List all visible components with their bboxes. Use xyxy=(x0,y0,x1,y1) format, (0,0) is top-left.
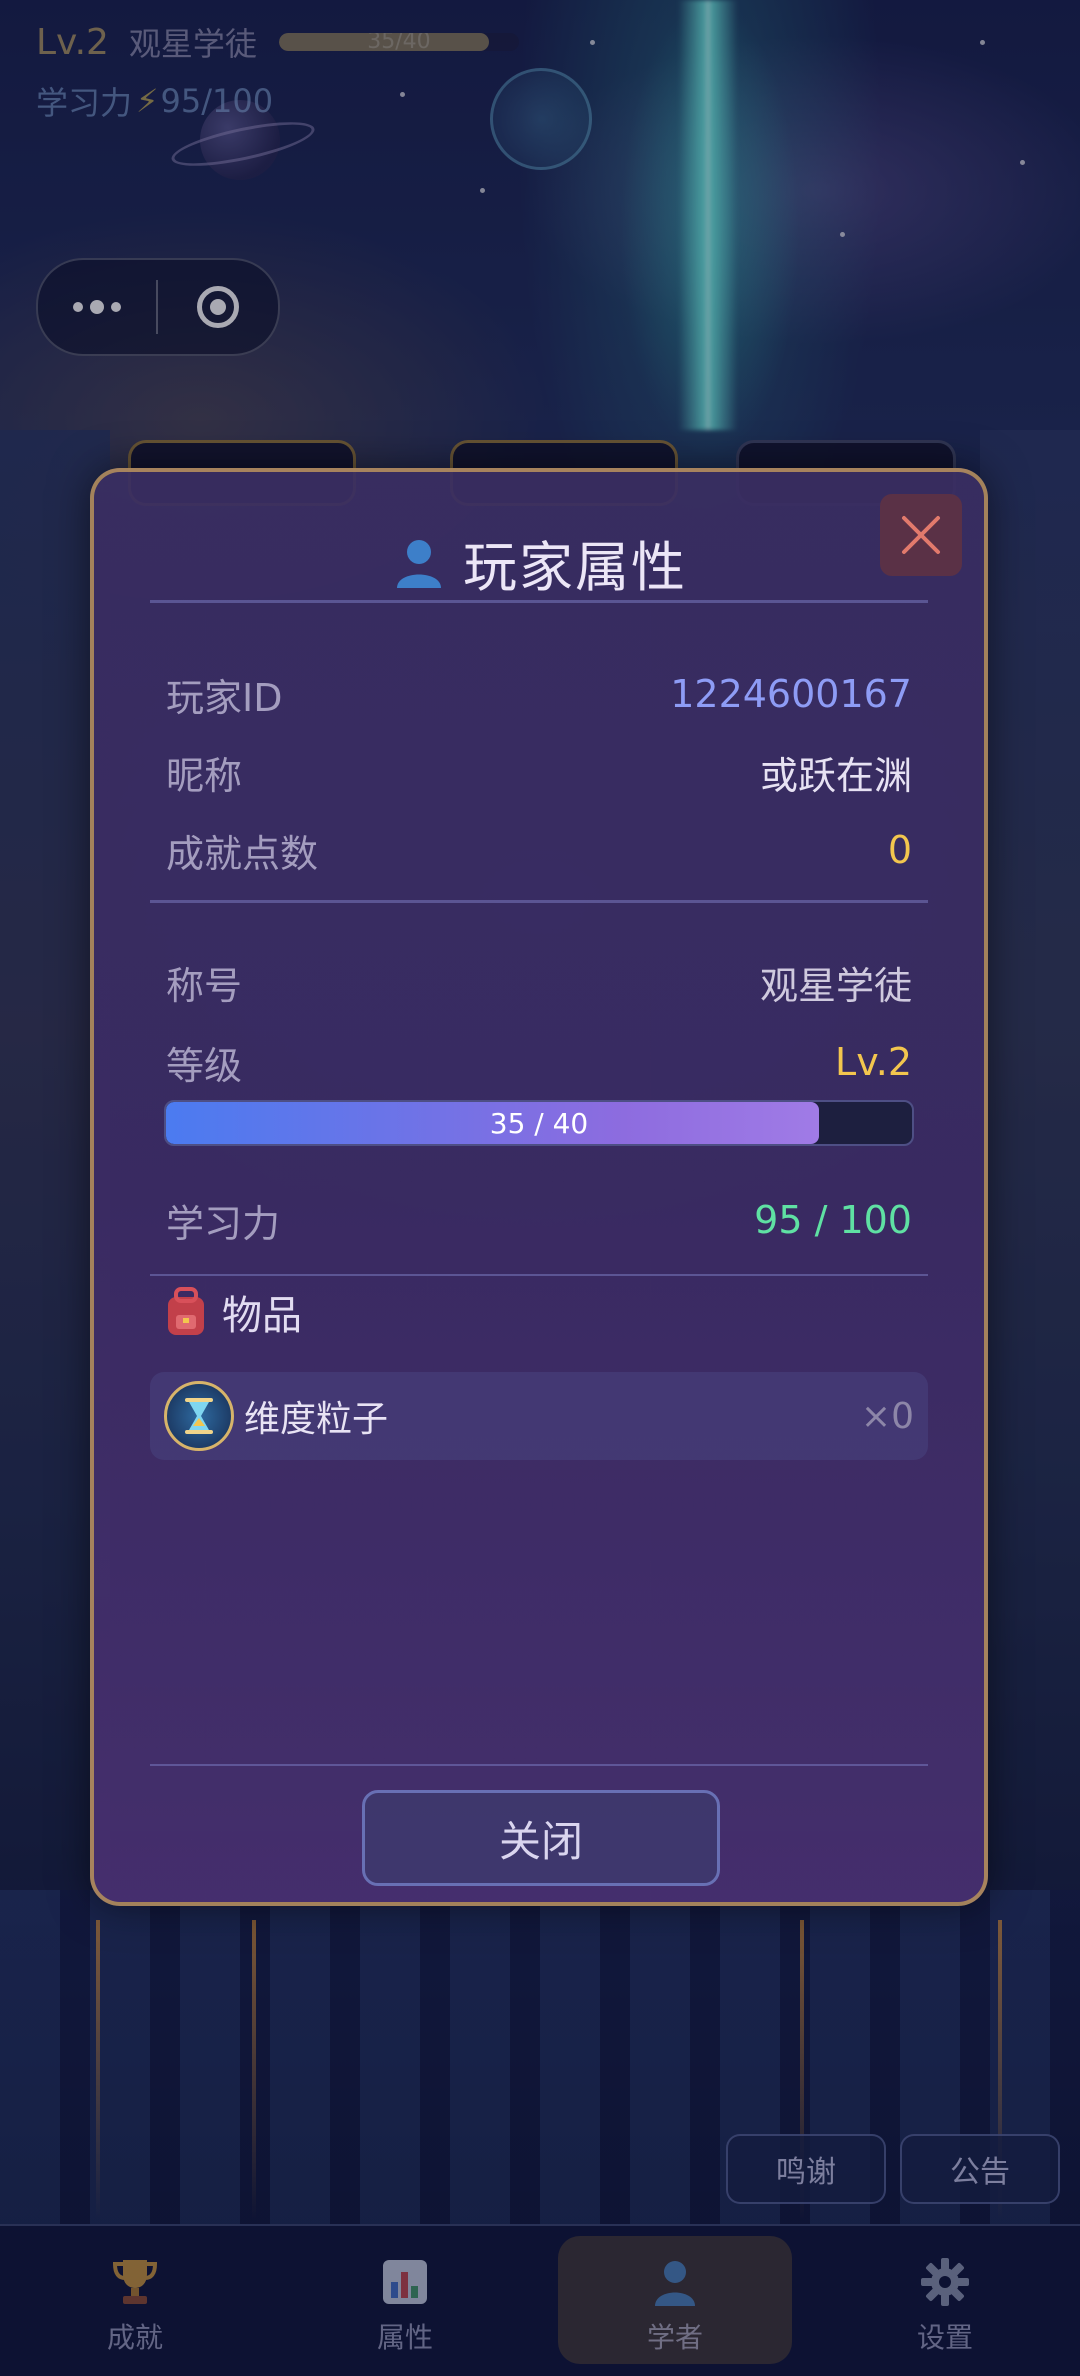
study-power-value: 95 / 100 xyxy=(754,1198,912,1242)
thanks-button[interactable]: 鸣谢 xyxy=(726,2134,886,2204)
achievement-points-label: 成就点数 xyxy=(166,831,319,876)
row-achievement-points: 成就点数 0 xyxy=(166,822,912,878)
xp-progress-bar: 35 / 40 xyxy=(164,1100,914,1146)
items-header: 物品 xyxy=(164,1282,302,1342)
level-value: Lv.2 xyxy=(835,1040,912,1084)
close-button[interactable]: 关闭 xyxy=(362,1790,720,1886)
study-power-label: 学习力 xyxy=(166,1201,281,1246)
tab-attributes[interactable]: 属性 xyxy=(270,2226,540,2376)
achievement-points-value: 0 xyxy=(887,828,912,872)
modal-title-text: 玩家属性 xyxy=(463,535,687,599)
player-id-label: 玩家ID xyxy=(166,675,283,720)
xp-progress-text: 35 / 40 xyxy=(489,1106,589,1140)
level-label: 等级 xyxy=(166,1043,243,1088)
bar-chart-icon xyxy=(383,2260,427,2304)
rank-title-label: 称号 xyxy=(166,963,243,1008)
gear-icon xyxy=(921,2258,969,2306)
row-study-power: 学习力 95 / 100 xyxy=(166,1192,912,1248)
modal-title: 玩家属性 xyxy=(94,512,984,612)
bottom-tab-bar: 成就 属性 学者 设置 xyxy=(0,2224,1080,2376)
item-name: 维度粒子 xyxy=(244,1399,389,1440)
user-icon xyxy=(397,540,441,588)
backpack-icon xyxy=(168,1287,204,1335)
items-header-text: 物品 xyxy=(222,1293,302,1339)
tab-achievements[interactable]: 成就 xyxy=(0,2226,270,2376)
row-player-id: 玩家ID 1224600167 xyxy=(166,666,912,722)
tab-label: 属性 xyxy=(376,2321,433,2354)
rank-title-value: 观星学徒 xyxy=(759,963,912,1008)
nickname-value: 或跃在渊 xyxy=(759,753,912,798)
close-x-button[interactable] xyxy=(880,494,962,576)
footer-divider xyxy=(150,1764,928,1766)
tab-label: 设置 xyxy=(916,2321,973,2354)
row-level: 等级 Lv.2 xyxy=(166,1034,912,1090)
title-divider xyxy=(150,600,928,603)
nickname-label: 昵称 xyxy=(166,753,243,798)
row-rank-title: 称号 观星学徒 xyxy=(166,954,912,1010)
hourglass-icon xyxy=(164,1381,234,1451)
row-nickname: 昵称 或跃在渊 xyxy=(166,744,912,800)
tab-scholar[interactable]: 学者 xyxy=(540,2226,810,2376)
trophy-icon xyxy=(112,2260,158,2304)
close-icon xyxy=(902,516,940,554)
tab-label: 成就 xyxy=(106,2321,163,2354)
item-card[interactable]: 维度粒子 ×0 xyxy=(150,1372,928,1460)
item-count: ×0 xyxy=(860,1395,914,1437)
notice-button[interactable]: 公告 xyxy=(900,2134,1060,2204)
tab-label: 学者 xyxy=(646,2321,703,2354)
tab-settings[interactable]: 设置 xyxy=(810,2226,1080,2376)
player-id-value: 1224600167 xyxy=(670,672,912,716)
section-divider xyxy=(150,900,928,903)
items-divider xyxy=(150,1274,928,1276)
scholar-icon xyxy=(655,2261,695,2306)
player-attributes-modal: 玩家属性 玩家ID 1224600167 昵称 或跃在渊 成就点数 0 称号 观… xyxy=(90,468,988,1906)
